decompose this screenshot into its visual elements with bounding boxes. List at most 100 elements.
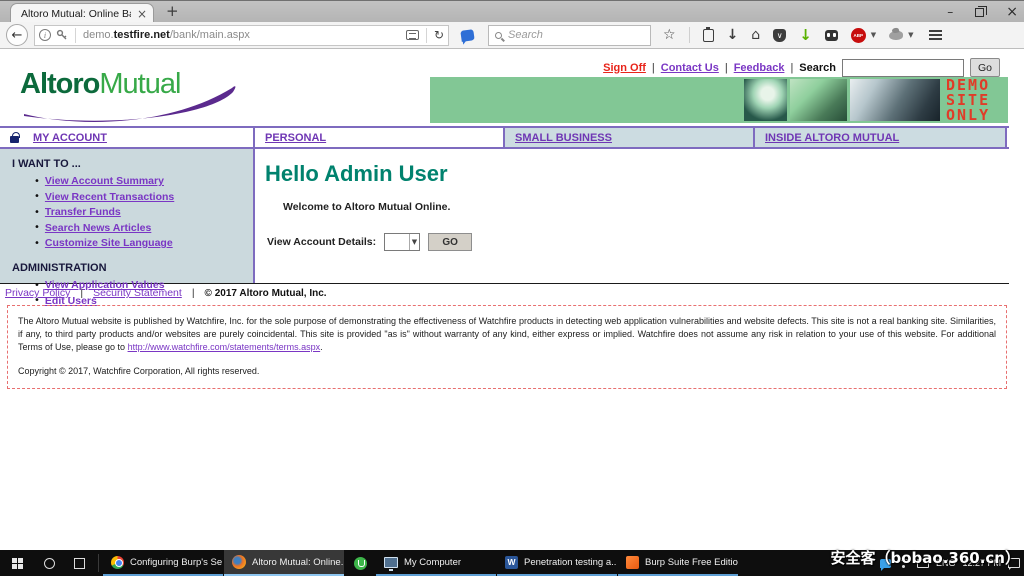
burp-suite-icon	[626, 556, 639, 569]
sidebar-link-label[interactable]: Transfer Funds	[45, 206, 121, 218]
taskbar-word-window[interactable]: W Penetration testing a...	[497, 550, 617, 576]
nav-personal[interactable]: PERSONAL	[265, 132, 326, 144]
word-icon: W	[505, 556, 518, 569]
taskbar-label: My Computer	[404, 557, 461, 568]
downloads-icon[interactable]: ↓	[727, 28, 739, 42]
browser-toolbar: ← i demo.testfire.net/bank/main.aspx ↻ S…	[0, 22, 1024, 49]
url-separator	[75, 28, 76, 43]
menu-icon[interactable]	[929, 30, 942, 40]
bullet-icon: •	[34, 207, 40, 218]
chevron-down-icon: ▼	[409, 234, 419, 250]
windows-logo-icon	[12, 558, 23, 569]
sidebar-link-label[interactable]: View Account Summary	[45, 175, 164, 187]
new-tab-button[interactable]: +	[166, 2, 179, 20]
sidebar-item-search-news[interactable]: • Search News Articles	[34, 222, 253, 234]
demo-site-only-text: DEMO SITE ONLY	[946, 77, 990, 123]
reload-icon[interactable]: ↻	[434, 28, 444, 42]
footer-separator2: |	[192, 287, 195, 299]
nav-my-account[interactable]: MY ACCOUNT	[33, 132, 107, 144]
site-header-links: Sign Off | Contact Us | Feedback | Searc…	[603, 58, 1000, 77]
account-select-dropdown[interactable]: ▼	[384, 233, 420, 251]
bullet-icon: •	[34, 191, 40, 202]
taskbar-firefox-window[interactable]: Altoro Mutual: Online...	[224, 550, 344, 576]
site-info-icon[interactable]: i	[39, 29, 51, 41]
privacy-policy-link[interactable]: Privacy Policy	[5, 287, 70, 299]
header-banner: DEMO SITE ONLY	[430, 77, 1008, 123]
main-navigation: MY ACCOUNT PERSONAL SMALL BUSINESS INSID…	[0, 126, 1009, 149]
tab-close-icon[interactable]: ×	[137, 7, 147, 21]
nav-cell-small-business: SMALL BUSINESS	[505, 128, 755, 147]
sidebar-item-transfer-funds[interactable]: • Transfer Funds	[34, 206, 253, 218]
task-view-icon	[74, 558, 85, 569]
altoro-mutual-logo[interactable]: AltoroMutual	[20, 68, 250, 120]
start-button[interactable]	[0, 550, 34, 576]
home-icon[interactable]: ⌂	[751, 28, 760, 42]
banner-photo-meeting	[850, 79, 940, 121]
page-content: Sign Off | Contact Us | Feedback | Searc…	[0, 50, 1024, 550]
nav-inside-altoro-mutual[interactable]: INSIDE ALTORO MUTUAL	[765, 132, 899, 144]
contact-us-link[interactable]: Contact Us	[661, 62, 719, 74]
sidebar-section-administration: ADMINISTRATION	[12, 262, 253, 274]
disclaimer-box: The Altoro Mutual website is published b…	[7, 305, 1007, 389]
url-text[interactable]: demo.testfire.net/bank/main.aspx	[83, 29, 406, 41]
welcome-text: Welcome to Altoro Mutual Online.	[283, 201, 1009, 213]
pocket-icon[interactable]: ∨	[773, 29, 786, 42]
download-helper-icon[interactable]: ↓	[799, 26, 812, 44]
sidebar-item-recent-transactions[interactable]: • View Recent Transactions	[34, 191, 253, 203]
chrome-icon	[111, 556, 124, 569]
adblock-caret-icon[interactable]: ▼	[871, 31, 876, 39]
sidebar: I WANT TO ... • View Account Summary • V…	[0, 149, 255, 283]
browser-tab[interactable]: Altoro Mutual: Online Banking... ×	[10, 3, 154, 23]
security-statement-link[interactable]: Security Statement	[93, 287, 182, 299]
adblock-icon[interactable]: ABP	[851, 28, 866, 43]
address-bar[interactable]: i demo.testfire.net/bank/main.aspx ↻	[34, 25, 449, 46]
account-details-row: View Account Details: ▼ GO	[267, 233, 1009, 251]
cortana-button[interactable]	[34, 550, 64, 576]
header-go-button[interactable]: Go	[970, 58, 1000, 77]
sidebar-link-label[interactable]: View Recent Transactions	[45, 191, 174, 203]
extension-dark-icon[interactable]	[825, 30, 838, 41]
nav-cell-personal: PERSONAL	[255, 128, 505, 147]
sidebar-link-label[interactable]: Customize Site Language	[45, 237, 173, 249]
cortana-icon	[44, 558, 55, 569]
bird-extension-icon[interactable]	[889, 31, 903, 40]
bookmark-star-icon[interactable]: ☆	[663, 28, 676, 42]
header-search-input[interactable]	[842, 59, 964, 77]
taskbar-burp-window[interactable]: Burp Suite Free Editio...	[618, 550, 738, 576]
page-title: Hello Admin User	[265, 161, 1009, 187]
go-button[interactable]: GO	[428, 233, 472, 251]
footer-copyright: © 2017 Altoro Mutual, Inc.	[205, 288, 327, 299]
header-separator2: |	[725, 62, 728, 74]
extension-pin-icon[interactable]	[460, 29, 474, 42]
window-controls: – ×	[947, 1, 1018, 23]
reading-list-icon[interactable]	[703, 29, 714, 42]
sidebar-link-label[interactable]: Search News Articles	[45, 222, 151, 234]
sidebar-item-account-summary[interactable]: • View Account Summary	[34, 175, 253, 187]
taskbar-my-computer-window[interactable]: My Computer	[376, 550, 496, 576]
sidebar-item-customize-language[interactable]: • Customize Site Language	[34, 237, 253, 249]
browser-search-box[interactable]: Search	[488, 25, 651, 46]
footer: Privacy Policy | Security Statement | © …	[5, 287, 327, 299]
sign-off-link[interactable]: Sign Off	[603, 62, 646, 74]
bullet-icon: •	[34, 222, 40, 233]
reader-mode-icon[interactable]	[406, 30, 419, 40]
header-search-label: Search	[799, 62, 836, 74]
taskbar-label: Penetration testing a...	[524, 557, 617, 568]
minimize-button[interactable]: –	[947, 1, 953, 23]
bullet-icon: •	[34, 176, 40, 187]
taskbar-chrome-window[interactable]: Configuring Burp's Se...	[103, 550, 223, 576]
bullet-icon: •	[34, 238, 40, 249]
feedback-link[interactable]: Feedback	[734, 62, 785, 74]
watermark-text: 安全客（bobao.360.cn）	[831, 547, 1021, 568]
computer-icon	[384, 557, 398, 568]
key-icon[interactable]	[56, 29, 68, 41]
close-window-button[interactable]: ×	[1006, 1, 1018, 23]
restore-button[interactable]	[975, 8, 984, 17]
watchfire-terms-link[interactable]: http://www.watchfire.com/statements/term…	[128, 342, 321, 352]
task-view-button[interactable]	[64, 550, 94, 576]
extension-caret-icon[interactable]: ▼	[908, 31, 913, 39]
banner-photo-woman	[744, 79, 787, 121]
back-button[interactable]: ←	[6, 24, 28, 46]
nav-small-business[interactable]: SMALL BUSINESS	[515, 132, 612, 144]
taskbar-utorrent-button[interactable]	[345, 550, 375, 576]
